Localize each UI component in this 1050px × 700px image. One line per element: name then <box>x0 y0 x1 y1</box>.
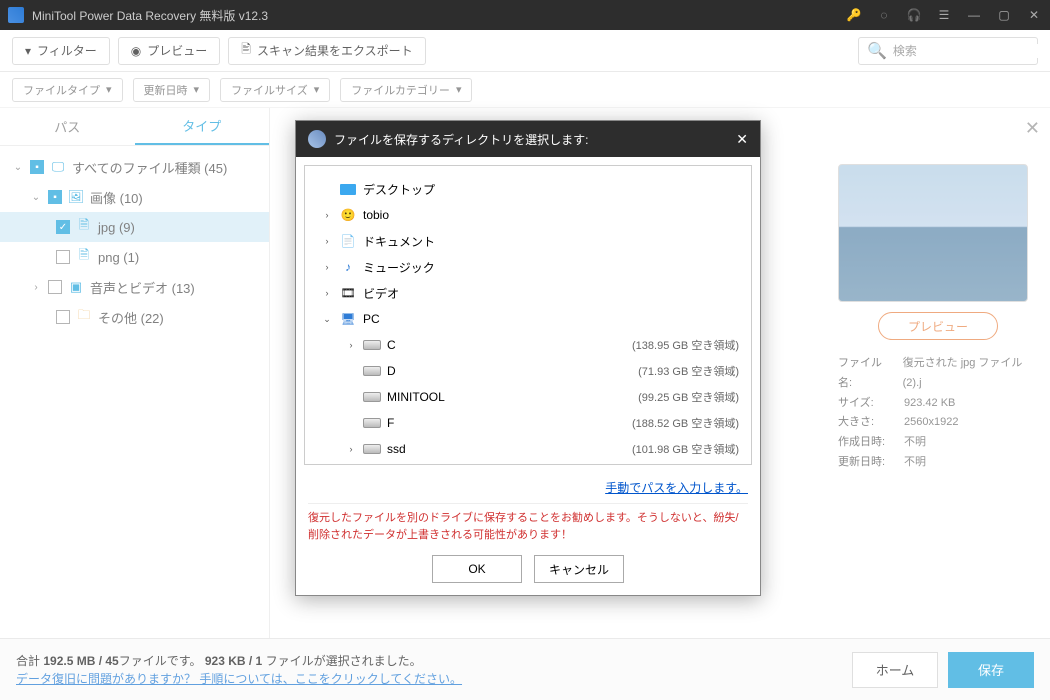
dialog-icon <box>308 130 326 148</box>
dir-drive-c[interactable]: ›C(138.95 GB 空き領域) <box>317 332 739 358</box>
chevron-right-icon: › <box>345 340 357 350</box>
dir-documents[interactable]: ›📄ドキュメント <box>317 228 739 254</box>
ok-button[interactable]: OK <box>432 555 522 583</box>
dir-drive-minitool[interactable]: MINITOOL(99.25 GB 空き領域) <box>317 384 739 410</box>
chevron-right-icon: › <box>345 444 357 454</box>
key-icon[interactable]: 🔑 <box>846 7 862 23</box>
dialog-title: ファイルを保存するディレクトリを選択します: <box>334 131 589 148</box>
dialog-title-bar: ファイルを保存するディレクトリを選択します: ✕ <box>296 121 760 157</box>
dir-drive-ssd[interactable]: ›ssd(101.98 GB 空き領域) <box>317 436 739 462</box>
dir-music[interactable]: ›♪ミュージック <box>317 254 739 280</box>
directory-tree: デスクトップ ›🙂tobio ›📄ドキュメント ›♪ミュージック ›🎞ビデオ ⌄… <box>317 176 739 464</box>
disk-icon <box>363 388 381 406</box>
close-icon[interactable]: ✕ <box>1026 7 1042 23</box>
user-icon: 🙂 <box>339 206 357 224</box>
documents-icon: 📄 <box>339 232 357 250</box>
chevron-right-icon: › <box>321 288 333 298</box>
chevron-down-icon: ⌄ <box>321 314 333 325</box>
warning-text: 復元したファイルを別のドライブに保存することをお勧めします。そうしないと、紛失/… <box>308 503 748 543</box>
dialog-close-icon[interactable]: ✕ <box>736 131 748 148</box>
disk-icon <box>363 336 381 354</box>
pc-icon: 🖥 <box>339 310 357 328</box>
disk-icon <box>363 362 381 380</box>
window-title: MiniTool Power Data Recovery 無料版 v12.3 <box>32 7 846 24</box>
chevron-right-icon: › <box>321 236 333 246</box>
desktop-icon <box>339 180 357 198</box>
dialog-body: デスクトップ ›🙂tobio ›📄ドキュメント ›♪ミュージック ›🎞ビデオ ⌄… <box>304 165 752 465</box>
video-icon: 🎞 <box>339 284 357 302</box>
dir-drive-f[interactable]: F(188.52 GB 空き領域) <box>317 410 739 436</box>
manual-path-link[interactable]: 手動でパスを入力します。 <box>605 481 748 495</box>
dir-drive-d[interactable]: D(71.93 GB 空き領域) <box>317 358 739 384</box>
music-icon: ♪ <box>339 258 357 276</box>
maximize-icon[interactable]: ▢ <box>996 7 1012 23</box>
app-icon <box>8 7 24 23</box>
save-directory-dialog: ファイルを保存するディレクトリを選択します: ✕ デスクトップ ›🙂tobio … <box>295 120 761 596</box>
cancel-button[interactable]: キャンセル <box>534 555 624 583</box>
dir-desktop[interactable]: デスクトップ <box>317 176 739 202</box>
window-titlebar: MiniTool Power Data Recovery 無料版 v12.3 🔑… <box>0 0 1050 30</box>
dir-drive-vmware[interactable]: ›vmware(66.91 GB 空き領域) <box>317 462 739 464</box>
minimize-icon[interactable]: — <box>966 7 982 23</box>
dir-pc[interactable]: ⌄🖥PC <box>317 306 739 332</box>
headphones-icon[interactable]: 🎧 <box>906 7 922 23</box>
disk-icon <box>363 440 381 458</box>
disk-icon <box>363 414 381 432</box>
menu-icon[interactable]: ☰ <box>936 7 952 23</box>
dir-video[interactable]: ›🎞ビデオ <box>317 280 739 306</box>
globe-icon[interactable]: ◌ <box>876 7 892 23</box>
chevron-right-icon: › <box>321 262 333 272</box>
dir-user[interactable]: ›🙂tobio <box>317 202 739 228</box>
chevron-right-icon: › <box>321 210 333 220</box>
